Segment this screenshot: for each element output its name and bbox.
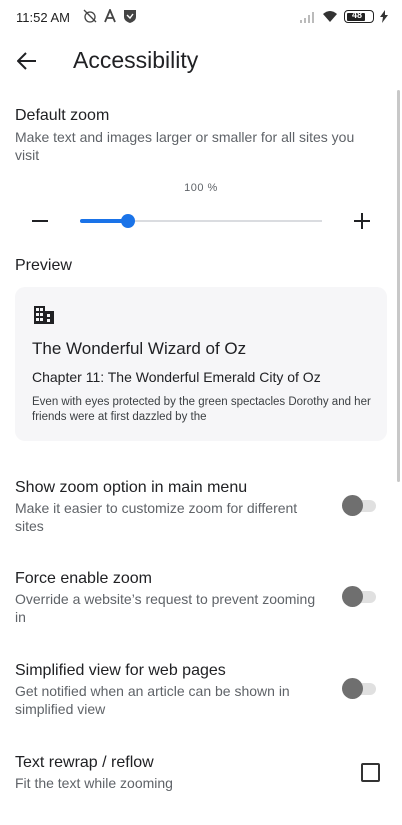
wifi-icon xyxy=(323,11,337,22)
force-enable-zoom-toggle[interactable] xyxy=(342,585,376,607)
setting-force-enable-zoom[interactable]: Force enable zoom Override a website’s r… xyxy=(0,570,402,630)
setting-text-reflow[interactable]: Text rewrap / reflow Fit the text while … xyxy=(0,754,402,798)
show-zoom-option-toggle[interactable] xyxy=(342,494,376,516)
default-zoom-title: Default zoom xyxy=(15,107,110,124)
battery-icon: 48 xyxy=(344,10,374,23)
simplified-view-toggle[interactable] xyxy=(342,677,376,699)
setting-description: Get notified when an article can be show… xyxy=(15,683,290,717)
status-right-icons: 48 xyxy=(300,10,388,23)
status-time: 11:52 AM xyxy=(16,10,70,25)
setting-description: Make it easier to customize zoom for dif… xyxy=(15,500,298,534)
setting-simplified-view[interactable]: Simplified view for web pages Get notifi… xyxy=(0,662,402,722)
arrow-back-icon xyxy=(17,52,36,70)
preview-label: Preview xyxy=(15,257,72,274)
plus-icon xyxy=(354,213,370,229)
shield-icon xyxy=(124,10,136,23)
preview-subheading: Chapter 11: The Wonderful Emerald City o… xyxy=(32,369,321,385)
setting-description: Fit the text while zooming xyxy=(15,775,173,791)
status-bar: 11:52 AM 48 xyxy=(0,0,402,36)
zoom-slider[interactable] xyxy=(80,214,322,228)
setting-description: Override a website’s request to prevent … xyxy=(15,591,316,625)
page-title: Accessibility xyxy=(73,47,199,73)
status-left-icons xyxy=(83,9,137,23)
signal-icon xyxy=(300,11,314,23)
charging-icon xyxy=(380,10,388,23)
back-button[interactable] xyxy=(10,44,44,78)
app-bar: Accessibility xyxy=(0,36,402,86)
battery-level: 48 xyxy=(352,10,363,20)
zoom-slider-thumb[interactable] xyxy=(121,214,135,228)
setting-title: Simplified view for web pages xyxy=(15,662,226,679)
preview-body: Even with eyes protected by the green sp… xyxy=(32,396,371,423)
text-reflow-checkbox[interactable] xyxy=(361,763,380,782)
preview-card: The Wonderful Wizard of Oz Chapter 11: T… xyxy=(15,287,387,441)
minus-icon xyxy=(32,220,48,222)
scrollbar[interactable] xyxy=(397,90,400,482)
setting-title: Show zoom option in main menu xyxy=(15,479,248,496)
zoom-value: 100 % xyxy=(184,182,218,194)
setting-title: Text rewrap / reflow xyxy=(15,754,154,771)
font-a-icon xyxy=(104,9,116,23)
zoom-out-button[interactable] xyxy=(24,205,56,237)
building-icon xyxy=(34,306,54,324)
setting-show-zoom-option[interactable]: Show zoom option in main menu Make it ea… xyxy=(0,479,402,539)
setting-title: Force enable zoom xyxy=(15,570,152,587)
zoom-in-button[interactable] xyxy=(346,205,378,237)
default-zoom-description: Make text and images larger or smaller f… xyxy=(15,129,355,163)
alarm-off-icon xyxy=(83,9,97,23)
preview-heading: The Wonderful Wizard of Oz xyxy=(32,339,247,358)
